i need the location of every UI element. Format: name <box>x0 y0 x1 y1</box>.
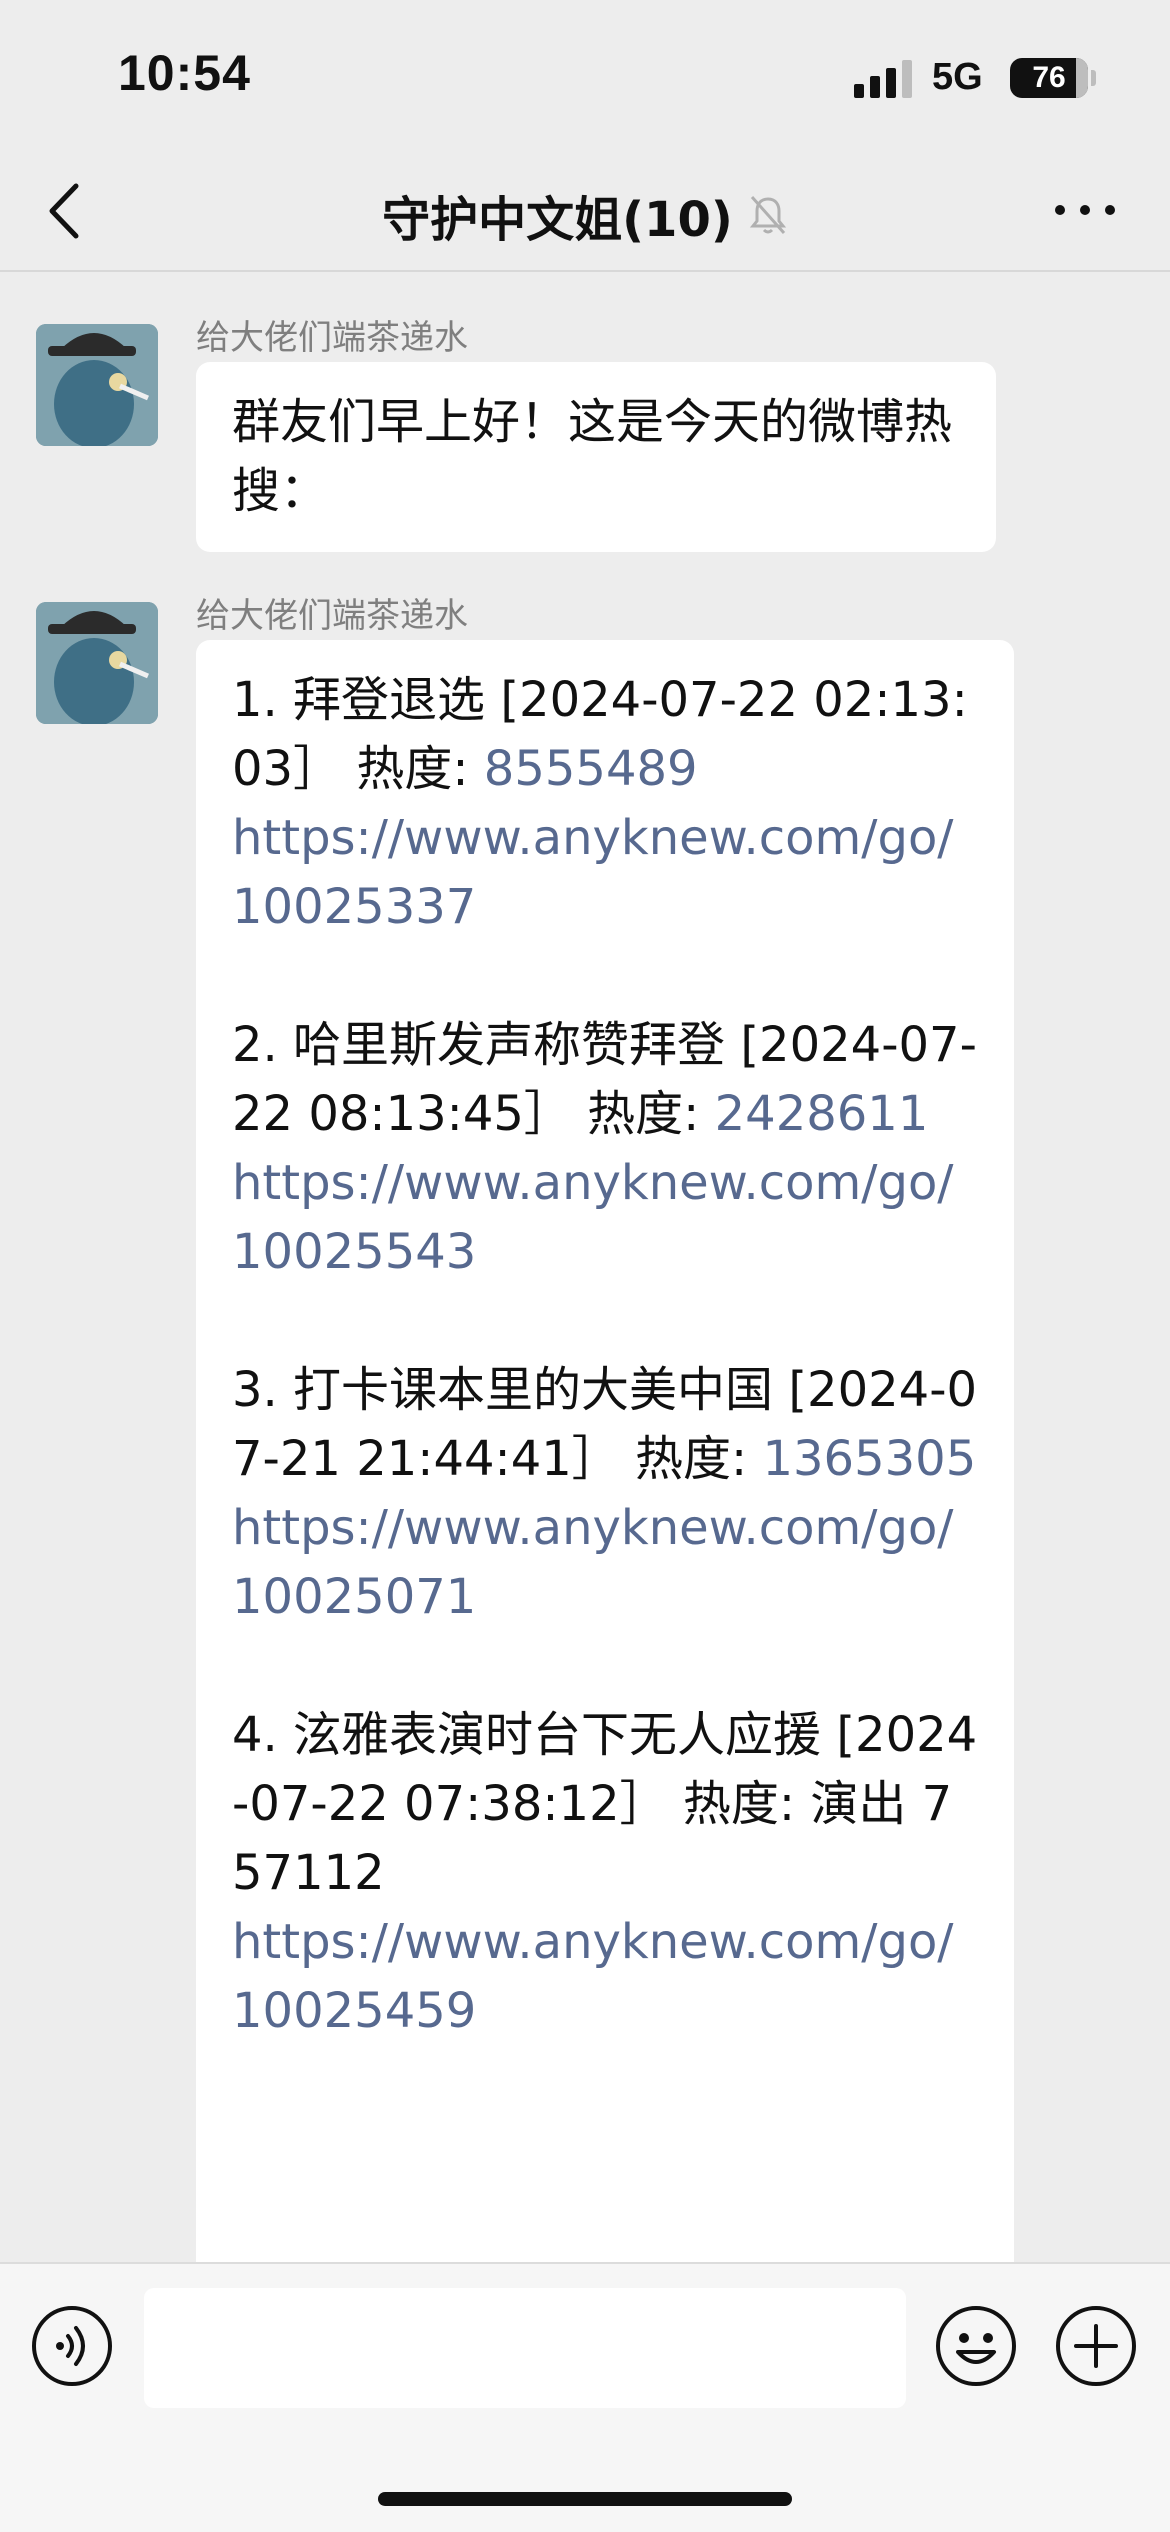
heat-value: 1365305 <box>762 1431 977 1487</box>
hot-item-1: 1. 拜登退选 [2024-07-22 02:13:03］ 热度: 855548… <box>232 666 978 942</box>
home-indicator <box>378 2492 792 2506</box>
status-time: 10:54 <box>118 45 251 101</box>
emoji-button[interactable] <box>934 2304 1018 2388</box>
nav-title-wrap: 守护中文姐(10) <box>0 180 1170 250</box>
avatar[interactable] <box>36 602 158 724</box>
hot-item-link[interactable]: https://www.anyknew.com/go/10025459 <box>232 1914 953 2039</box>
nav-bar: 守护中文姐(10) <box>0 150 1170 272</box>
plus-button[interactable] <box>1054 2304 1138 2388</box>
hot-item-2: 2. 哈里斯发声称赞拜登 [2024-07-22 08:13:45］ 热度: 2… <box>232 1011 978 1287</box>
sender-name: 给大佬们端茶递水 <box>196 318 468 358</box>
avatar[interactable] <box>36 324 158 446</box>
message-bubble[interactable]: 1. 拜登退选 [2024-07-22 02:13:03］ 热度: 855548… <box>196 640 1014 2262</box>
hot-item-4: 4. 泫雅表演时台下无人应援 [2024-07-22 07:38:12］ 热度:… <box>232 1701 978 2046</box>
voice-button[interactable] <box>30 2304 114 2388</box>
hot-item-link[interactable]: https://www.anyknew.com/go/10025337 <box>232 810 953 935</box>
chat-title: 守护中文姐(10) <box>382 192 733 248</box>
heat-value: 8555489 <box>483 741 698 797</box>
more-dots-icon <box>1055 205 1115 215</box>
hot-item-3: 3. 打卡课本里的大美中国 [2024-07-21 21:44:41］ 热度: … <box>232 1356 978 1632</box>
message-input[interactable] <box>144 2288 906 2408</box>
chat-area[interactable]: 给大佬们端茶递水 群友们早上好！这是今天的微博热搜： 给大佬们端茶递水 1. 拜… <box>0 272 1170 2262</box>
signal-icon <box>854 60 914 98</box>
network-label: 5G <box>932 56 983 98</box>
voice-icon <box>32 2306 112 2386</box>
sender-name: 给大佬们端茶递水 <box>196 596 468 636</box>
heat-value: 2428611 <box>714 1086 929 1142</box>
message-bubble[interactable]: 群友们早上好！这是今天的微博热搜： <box>196 362 996 552</box>
status-bar: 10:54 5G 76 <box>0 0 1170 150</box>
hot-item-text: 4. 泫雅表演时台下无人应援 [2024-07-22 07:38:12］ 热度:… <box>232 1707 978 1901</box>
emoji-icon <box>936 2306 1016 2386</box>
battery-icon: 76 <box>1010 58 1088 98</box>
battery-tip <box>1091 70 1096 86</box>
avatar-icon <box>36 602 158 724</box>
hot-item-link[interactable]: https://www.anyknew.com/go/10025543 <box>232 1155 953 1280</box>
bell-slash-icon <box>749 196 787 234</box>
battery-level: 76 <box>1032 61 1066 94</box>
message-text: 群友们早上好！这是今天的微博热搜： <box>232 394 953 519</box>
hot-item-link[interactable]: https://www.anyknew.com/go/10025071 <box>232 1500 953 1625</box>
more-button[interactable] <box>1050 190 1120 230</box>
avatar-icon <box>36 324 158 446</box>
plus-circle-icon <box>1056 2306 1136 2386</box>
